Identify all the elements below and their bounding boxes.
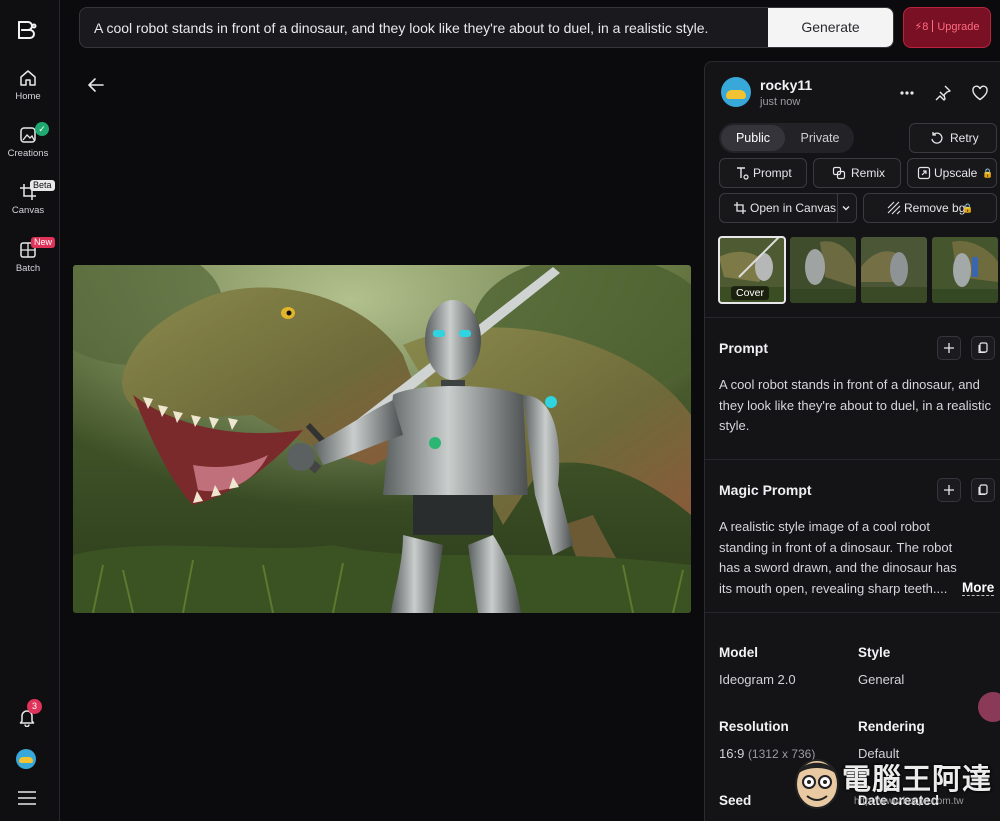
- back-arrow-icon[interactable]: [86, 75, 106, 95]
- robot-dinosaur-illustration: [73, 265, 691, 613]
- prompt-button[interactable]: Prompt: [719, 158, 807, 188]
- upscale-button-label: Upscale: [934, 166, 978, 180]
- plus-icon: [944, 485, 954, 495]
- watermark-url: http://www.kocpc.com.tw: [854, 796, 964, 807]
- retry-button[interactable]: Retry: [909, 123, 997, 153]
- sidebar-item-label: Canvas: [11, 205, 45, 216]
- pin-icon[interactable]: [934, 84, 952, 102]
- divider: [705, 317, 1000, 318]
- divider: [705, 459, 1000, 460]
- home-icon: [20, 70, 36, 86]
- public-option[interactable]: Public: [721, 125, 785, 151]
- remix-icon: [832, 166, 846, 180]
- copy-icon: [978, 484, 988, 496]
- site-watermark: 電腦王阿達 http://www.kocpc.com.tw: [792, 752, 992, 814]
- plus-icon: [944, 343, 954, 353]
- sidebar-item-label: Batch: [15, 263, 41, 274]
- copy-magic-prompt-button[interactable]: [971, 478, 995, 502]
- watermark-text: 電腦王阿達: [842, 764, 993, 796]
- chevron-down-icon[interactable]: [840, 202, 852, 214]
- more-link[interactable]: More: [962, 580, 995, 596]
- remix-button[interactable]: Remix: [813, 158, 901, 188]
- thumbnail-image: [861, 237, 927, 303]
- cover-label: Cover: [731, 286, 770, 300]
- visibility-toggle: Public Private: [719, 123, 854, 153]
- retry-icon: [931, 132, 943, 144]
- sidebar-item-label: Home: [15, 91, 41, 102]
- heart-icon[interactable]: [971, 84, 989, 102]
- notification-count-badge: 3: [27, 699, 42, 714]
- floating-help-button[interactable]: [978, 692, 1000, 722]
- thumbnail-image: [790, 237, 856, 303]
- divider: [705, 612, 1000, 613]
- check-badge-icon: ✓: [35, 122, 49, 136]
- prompt-input[interactable]: A cool robot stands in front of a dinosa…: [94, 20, 708, 36]
- remove-bg-icon: [887, 201, 901, 215]
- generate-button[interactable]: Generate: [768, 8, 893, 47]
- lock-icon: 🔒: [982, 168, 994, 178]
- model-label: Model: [719, 645, 758, 660]
- thumbnail-2[interactable]: [790, 237, 856, 303]
- private-option[interactable]: Private: [789, 123, 851, 153]
- magic-prompt-title: Magic Prompt: [719, 482, 812, 498]
- new-tag: New: [31, 237, 56, 248]
- upscale-button[interactable]: Upscale 🔒: [907, 158, 997, 188]
- upgrade-label: Upgrade: [937, 21, 980, 33]
- retry-label: Retry: [950, 131, 979, 145]
- upgrade-button[interactable]: ⚡8 Upgrade: [903, 7, 991, 48]
- seed-label: Seed: [719, 793, 752, 808]
- aspect-ratio: 16:9: [719, 746, 745, 761]
- copy-prompt-button[interactable]: [971, 336, 995, 360]
- image-details-panel: rocky11 just now Public Private Retry Pr…: [704, 61, 1000, 821]
- text-prompt-icon: [737, 167, 749, 180]
- prompt-button-label: Prompt: [753, 166, 792, 180]
- thumbnail-3[interactable]: [861, 237, 927, 303]
- canvas-crop-icon: [734, 202, 746, 214]
- sidebar-item-home[interactable]: Home: [0, 68, 56, 102]
- rendering-label: Rendering: [858, 719, 925, 734]
- mascot-face-logo: [795, 759, 839, 809]
- upscale-icon: [917, 166, 931, 180]
- style-label: Style: [858, 645, 891, 660]
- resolution-label: Resolution: [719, 719, 789, 734]
- remove-background-button[interactable]: Remove bg 🔒: [863, 193, 997, 223]
- style-value: General: [858, 672, 905, 687]
- thumbnail-4[interactable]: [932, 237, 998, 303]
- thumbnail-1[interactable]: Cover: [718, 236, 786, 304]
- thumbnail-image: [932, 237, 998, 303]
- variation-thumbnails: Cover: [718, 236, 999, 304]
- copy-icon: [978, 342, 988, 354]
- remix-button-label: Remix: [851, 166, 886, 180]
- user-avatar[interactable]: [16, 749, 36, 769]
- left-sidebar: Home Creations ✓ Canvas Beta Batch New 3: [0, 0, 60, 821]
- beta-tag: Beta: [30, 180, 55, 191]
- split-divider: [837, 194, 838, 222]
- created-time: just now: [760, 96, 801, 108]
- sidebar-item-label: Creations: [7, 148, 49, 159]
- remove-bg-label: Remove bg: [904, 201, 966, 215]
- add-magic-prompt-button[interactable]: [937, 478, 961, 502]
- open-in-canvas-label: Open in Canvas: [750, 201, 837, 215]
- app-logo-icon[interactable]: [14, 16, 40, 42]
- add-prompt-button[interactable]: [937, 336, 961, 360]
- more-options-icon[interactable]: [898, 84, 916, 102]
- credits-count: 8: [922, 21, 929, 33]
- prompt-section-title: Prompt: [719, 340, 768, 356]
- hamburger-menu-icon[interactable]: [17, 790, 37, 806]
- magic-prompt-text: A realistic style image of a cool robot …: [719, 519, 957, 596]
- prompt-input-bar[interactable]: A cool robot stands in front of a dinosa…: [79, 7, 894, 48]
- generated-image[interactable]: [73, 265, 691, 613]
- creator-avatar[interactable]: [721, 77, 751, 107]
- lock-icon: 🔒: [962, 203, 974, 213]
- prompt-text: A cool robot stands in front of a dinosa…: [719, 377, 992, 433]
- creator-username[interactable]: rocky11: [760, 77, 812, 93]
- model-value: Ideogram 2.0: [719, 672, 796, 687]
- open-in-canvas-button[interactable]: Open in Canvas: [719, 193, 857, 223]
- separator: [932, 20, 934, 32]
